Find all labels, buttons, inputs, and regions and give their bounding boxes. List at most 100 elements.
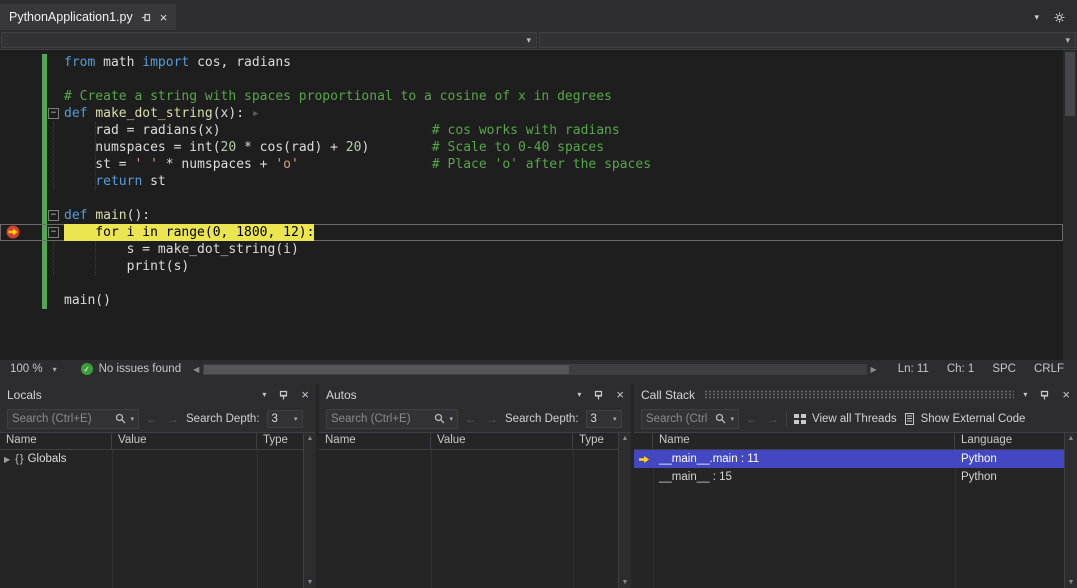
code-line-6[interactable]: numspaces = int(20 * cos(rad) + 20) # Sc… [0, 139, 1063, 156]
panel-title-text: Autos [326, 388, 357, 402]
code-line-5[interactable]: rad = radians(x) # cos works with radian… [0, 122, 1063, 139]
expander-icon[interactable]: ▶ [4, 455, 10, 464]
space-mode-indicator[interactable]: SPC [983, 363, 1025, 375]
code-line-7[interactable]: st = ' ' * numspaces + 'o' # Place 'o' a… [0, 156, 1063, 173]
close-icon[interactable]: × [616, 388, 624, 401]
search-input[interactable]: Search (Ctrl ▾ [641, 409, 739, 429]
code-line-10[interactable]: −def main(): [0, 207, 1063, 224]
callstack-grid[interactable]: Name Language __main__.main : 11Python__… [634, 433, 1064, 588]
autos-grid[interactable]: Name Value Type [319, 433, 618, 588]
forward-icon[interactable]: → [486, 412, 498, 426]
search-options-icon[interactable]: ▾ [449, 415, 453, 423]
fold-marker-icon[interactable]: − [48, 210, 59, 221]
scroll-right-icon[interactable]: ▶ [869, 365, 879, 374]
code-line-4[interactable]: −def make_dot_string(x): ▸ [0, 105, 1063, 122]
column-header-name[interactable]: Name [0, 433, 112, 449]
fold-column [48, 190, 64, 207]
code-lines[interactable]: from math import cos, radians # Create a … [0, 50, 1063, 360]
callstack-frame-row[interactable]: __main__.main : 11Python [634, 450, 1064, 468]
column-header-name[interactable]: Name [319, 433, 431, 449]
column-header-type[interactable]: Type [573, 433, 618, 449]
tab-pythonapplication1[interactable]: PythonApplication1.py × [0, 4, 176, 30]
project-dropdown[interactable]: ▾ [1, 32, 537, 48]
back-icon[interactable]: ← [146, 412, 158, 426]
search-input[interactable]: Search (Ctrl+E) ▾ [7, 409, 139, 429]
column-header-name[interactable]: Name [653, 433, 955, 449]
fold-marker-icon[interactable]: − [48, 108, 59, 119]
zoom-dropdown[interactable]: 100 % ▾ [0, 360, 67, 378]
forward-icon[interactable]: → [167, 412, 179, 426]
locals-title-bar[interactable]: Locals ▾ × [0, 384, 316, 405]
search-icon[interactable] [434, 413, 445, 424]
code-text: return st [64, 173, 166, 190]
code-line-14[interactable] [0, 275, 1063, 292]
column-header-value[interactable]: Value [112, 433, 257, 449]
column-header-language[interactable]: Language [955, 433, 1064, 449]
editor-vertical-scrollbar[interactable] [1063, 50, 1077, 360]
scrollbar-thumb[interactable] [204, 365, 569, 374]
member-dropdown[interactable]: ▾ [539, 32, 1076, 48]
view-all-threads-button[interactable]: View all Threads [794, 413, 897, 425]
scrollbar-track[interactable] [203, 364, 866, 375]
tab-close-icon[interactable]: × [160, 11, 168, 24]
scroll-down-icon[interactable]: ▼ [307, 579, 314, 586]
fold-marker-icon[interactable]: − [48, 227, 59, 238]
code-line-1[interactable]: from math import cos, radians [0, 54, 1063, 71]
column-header-value[interactable]: Value [431, 433, 573, 449]
scrollbar-thumb[interactable] [1065, 52, 1075, 116]
pin-icon[interactable] [1040, 389, 1049, 400]
locals-toolbar: Search (Ctrl+E) ▾ ← → Search Depth: 3 ▾ [0, 405, 316, 432]
search-input[interactable]: Search (Ctrl+E) ▾ [326, 409, 458, 429]
title-grip[interactable] [704, 390, 1014, 399]
window-position-icon[interactable]: ▾ [577, 390, 581, 399]
scroll-up-icon[interactable]: ▲ [622, 435, 629, 442]
callstack-frame-row[interactable]: __main__ : 15Python [634, 468, 1064, 486]
pin-icon[interactable] [279, 389, 288, 400]
search-depth-value: 3 [591, 413, 597, 425]
table-row[interactable]: ▶{ }Globals [0, 450, 303, 468]
code-line-2[interactable] [0, 71, 1063, 88]
search-depth-dropdown[interactable]: 3 ▾ [586, 410, 622, 428]
code-line-12[interactable]: s = make_dot_string(i) [0, 241, 1063, 258]
scroll-down-icon[interactable]: ▼ [622, 579, 629, 586]
search-icon[interactable] [115, 413, 126, 424]
forward-icon[interactable]: → [767, 412, 779, 426]
issues-indicator[interactable]: ✓ No issues found [81, 363, 181, 375]
code-line-15[interactable]: main() [0, 292, 1063, 309]
scroll-down-icon[interactable]: ▼ [1068, 579, 1075, 586]
search-options-icon[interactable]: ▾ [130, 415, 134, 423]
back-icon[interactable]: ← [465, 412, 477, 426]
scroll-up-icon[interactable]: ▲ [1068, 435, 1075, 442]
search-depth-dropdown[interactable]: 3 ▾ [267, 410, 303, 428]
code-line-8[interactable]: return st [0, 173, 1063, 190]
scroll-left-icon[interactable]: ◀ [191, 365, 201, 374]
code-line-13[interactable]: print(s) [0, 258, 1063, 275]
back-icon[interactable]: ← [746, 412, 758, 426]
show-external-code-button[interactable]: Show External Code [904, 413, 1026, 425]
close-icon[interactable]: × [301, 388, 309, 401]
code-line-9[interactable] [0, 190, 1063, 207]
pin-icon[interactable] [594, 389, 603, 400]
window-position-icon[interactable]: ▾ [1023, 390, 1027, 399]
window-options-gear-icon[interactable] [1054, 12, 1065, 23]
pin-icon[interactable] [141, 12, 152, 23]
document-dropdown-icon[interactable]: ▾ [1034, 12, 1039, 23]
code-line-3[interactable]: # Create a string with spaces proportion… [0, 88, 1063, 105]
autos-title-bar[interactable]: Autos ▾ × [319, 384, 631, 405]
callstack-title-bar[interactable]: Call Stack ▾ × [634, 384, 1077, 405]
search-options-icon[interactable]: ▾ [730, 415, 734, 423]
callstack-vertical-scrollbar[interactable]: ▲ ▼ [1064, 433, 1077, 588]
scroll-up-icon[interactable]: ▲ [307, 435, 314, 442]
column-header-type[interactable]: Type [257, 433, 303, 449]
locals-grid[interactable]: Name Value Type ▶{ }Globals [0, 433, 303, 588]
code-line-11[interactable]: − for i in range(0, 1800, 12): [0, 224, 1063, 241]
search-icon[interactable] [715, 413, 726, 424]
close-icon[interactable]: × [1062, 388, 1070, 401]
locals-vertical-scrollbar[interactable]: ▲ ▼ [303, 433, 316, 588]
window-position-icon[interactable]: ▾ [262, 390, 266, 399]
autos-vertical-scrollbar[interactable]: ▲ ▼ [618, 433, 631, 588]
code-editor[interactable]: from math import cos, radians # Create a … [0, 50, 1077, 360]
breakpoint-current-statement-icon[interactable] [5, 224, 21, 240]
eol-indicator[interactable]: CRLF [1025, 363, 1073, 375]
editor-horizontal-scrollbar[interactable]: ◀ ▶ [191, 364, 879, 375]
